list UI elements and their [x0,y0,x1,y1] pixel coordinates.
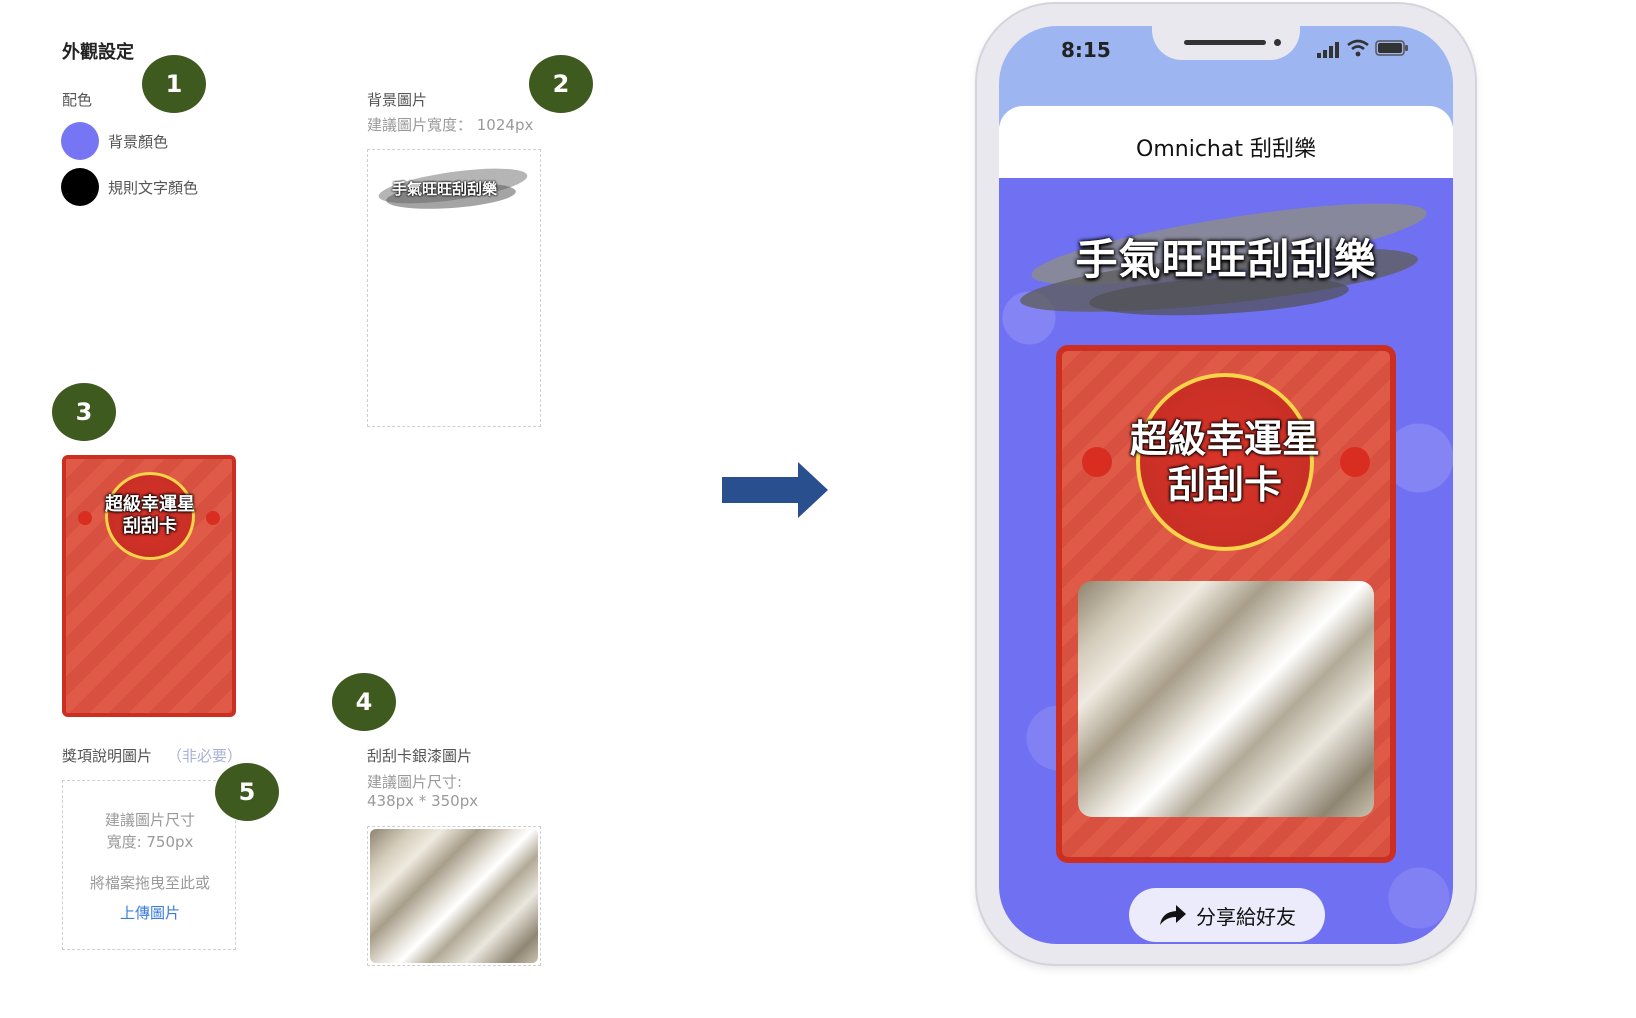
app-header-title: Omnichat 刮刮樂 [1136,137,1316,162]
prize-upload-dropzone[interactable]: 建議圖片尺寸 寬度: 750px 將檔案拖曳至此或 上傳圖片 [62,780,236,950]
scratch-area[interactable] [1078,581,1374,817]
battery-icon [1375,40,1408,56]
scratch-card-seal-line2: 刮刮卡 [1167,463,1282,507]
share-arrow-icon [1160,905,1186,925]
prize-image-optional: （非必要） [167,747,243,765]
card-seal-line2: 刮刮卡 [123,516,177,537]
step-badge-1: 1 [142,55,206,113]
share-button[interactable]: 分享給好友 [1129,888,1325,942]
bg-image-preview[interactable]: 手氣旺旺刮刮樂 [367,149,541,427]
phone-screen: 8:15 Omnichat 刮刮樂 手氣旺旺刮刮樂 超級幸運星 刮刮卡 分享給好… [999,26,1453,944]
card-dot-left [78,511,92,525]
prize-hint-line2: 寬度: 750px [106,833,194,851]
share-button-label: 分享給好友 [1196,904,1296,929]
banner-title: 手氣旺旺刮刮樂 [1075,235,1377,284]
phone-frame: 8:15 Omnichat 刮刮樂 手氣旺旺刮刮樂 超級幸運星 刮刮卡 分享給好… [977,4,1475,964]
step-badge-2: 2 [529,55,593,113]
signal-icon [1317,42,1339,58]
prize-image-label: 獎項說明圖片 [62,747,153,765]
prize-drag-text: 將檔案拖曳至此或 [89,874,210,892]
camera-dot [1274,39,1281,46]
silver-image-preview[interactable] [367,826,541,966]
colors-label: 配色 [62,91,93,109]
card-image-preview[interactable]: 超級幸運星 刮刮卡 [62,455,236,717]
bg-color-swatch[interactable] [61,122,99,160]
bg-image-label: 背景圖片 [367,91,428,109]
bg-color-label: 背景顏色 [108,133,169,151]
step-badge-4: 4 [332,673,396,731]
scratch-card-seal: 超級幸運星 刮刮卡 [1130,373,1320,551]
card-dot-right [206,511,220,525]
silver-hint-line2: 438px * 350px [367,792,479,810]
wifi-icon [1347,39,1369,57]
card-seal: 超級幸運星 刮刮卡 [105,472,195,560]
app-header: Omnichat 刮刮樂 [999,106,1453,178]
bg-image-hint: 建議圖片寬度： 1024px [367,116,534,134]
scratch-card-dot-left [1082,447,1112,477]
silver-hint-line1: 建議圖片尺寸: [367,773,463,791]
status-time: 8:15 [1061,38,1111,62]
arrow-right-icon [722,462,828,518]
scratch-card: 超級幸運星 刮刮卡 [1056,345,1396,863]
step-badge-5: 5 [215,763,279,821]
game-background: 手氣旺旺刮刮樂 超級幸運星 刮刮卡 分享給好友 [999,178,1453,944]
card-seal-line1: 超級幸運星 [105,494,195,515]
scratch-card-dot-right [1340,447,1370,477]
step-badge-3: 3 [52,383,116,441]
upload-image-link[interactable]: 上傳圖片 [63,902,237,923]
bg-image-title-text: 手氣旺旺刮刮樂 [392,180,498,198]
rule-text-color-label: 規則文字顏色 [108,179,199,197]
silver-foil [370,829,538,963]
settings-title: 外觀設定 [62,42,134,63]
prize-hint-line1: 建議圖片尺寸 [104,811,195,829]
speaker-grille [1184,40,1266,45]
rule-text-color-swatch[interactable] [61,168,99,206]
phone-notch [1152,26,1300,60]
scratch-card-seal-line1: 超級幸運星 [1130,417,1321,461]
silver-image-label: 刮刮卡銀漆圖片 [367,747,473,765]
